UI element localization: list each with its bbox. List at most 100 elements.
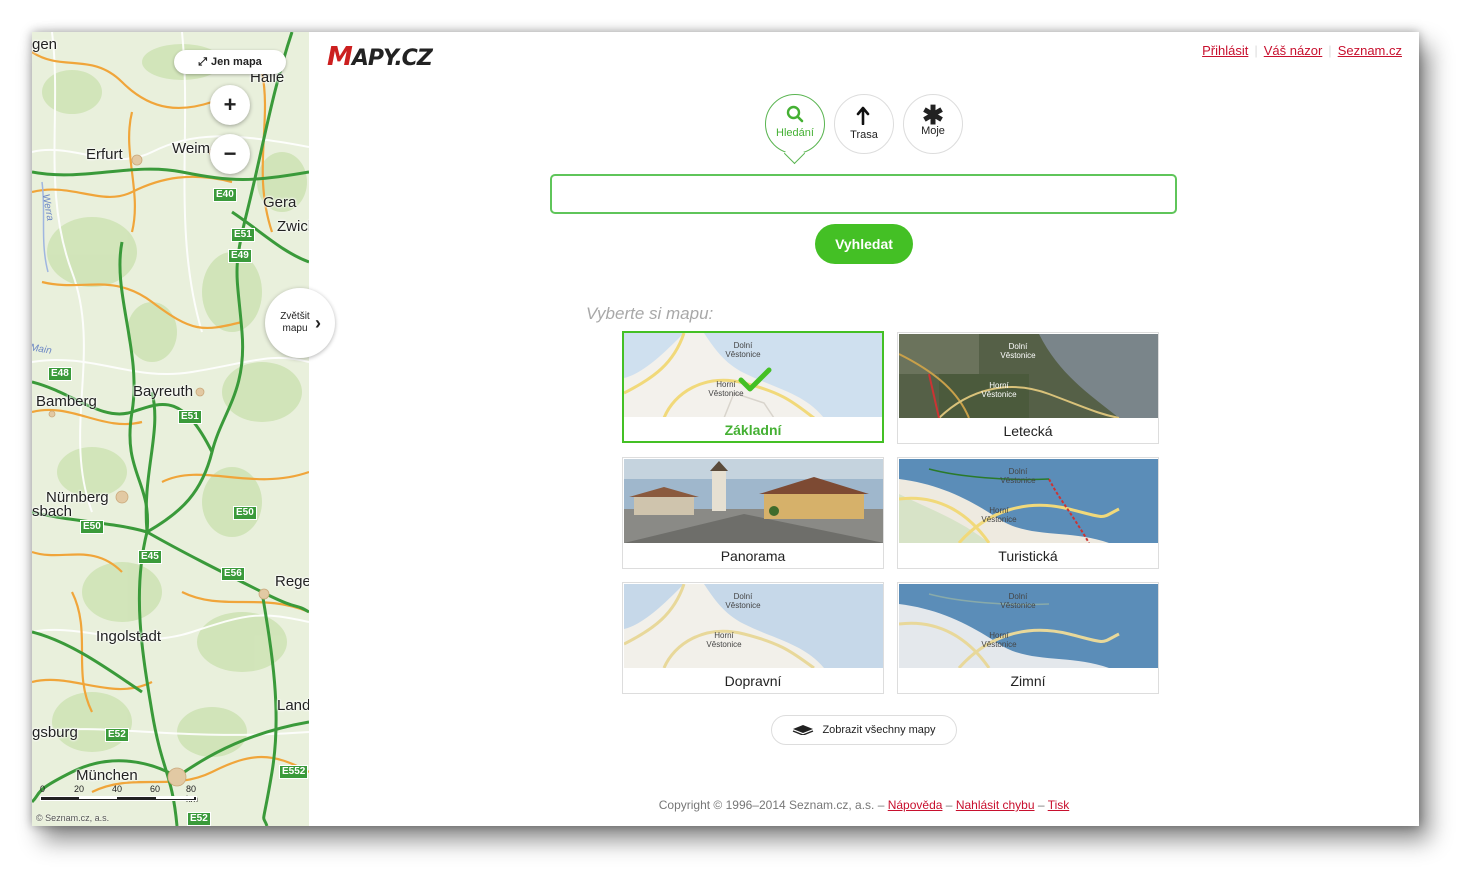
map-type-winter[interactable]: Dolní Věstonice Horní Věstonice Zimní bbox=[897, 582, 1159, 694]
zoom-in-button[interactable]: + bbox=[210, 85, 250, 125]
scale-tick: 0 bbox=[40, 784, 46, 794]
map-type-label: Dopravní bbox=[724, 673, 782, 689]
choose-map-label: Vyberte si mapu: bbox=[586, 304, 714, 323]
map-type-label: Letecká bbox=[1003, 423, 1053, 439]
scale-tick: 20 bbox=[74, 784, 85, 794]
map-type-aerial[interactable]: Dolní Věstonice Horní Věstonice Letecká bbox=[897, 332, 1159, 444]
map-copyright: © Seznam.cz, a.s. bbox=[36, 813, 110, 823]
arrow-up-icon bbox=[835, 105, 893, 129]
expand-label: mapu bbox=[282, 323, 308, 334]
thumb-place-label: Horní Věstonice bbox=[706, 631, 742, 649]
map-thumbnail: Dolní Věstonice Horní Věstonice bbox=[624, 333, 882, 417]
map-type-label: Základní bbox=[724, 422, 782, 438]
map-type-tourist[interactable]: Dolní Věstonice Horní Věstonice Turistic… bbox=[897, 457, 1159, 569]
map-city-label: Gera bbox=[263, 194, 297, 211]
help-link[interactable]: Nápověda bbox=[888, 798, 943, 812]
thumb-place-label: Dolní Věstonice bbox=[1000, 342, 1036, 360]
scale-tick: 40 bbox=[112, 784, 123, 794]
map-city-label: gen bbox=[32, 36, 58, 53]
chevron-right-icon: › bbox=[315, 313, 321, 333]
tab-label: Trasa bbox=[850, 129, 878, 141]
tab-label: Moje bbox=[921, 125, 945, 137]
thumb-place-label: Dolní Věstonice bbox=[725, 592, 761, 610]
road-shield: E50 bbox=[80, 520, 104, 534]
only-map-label: Jen mapa bbox=[211, 56, 262, 68]
expand-map-button[interactable]: Zvětšit mapu › bbox=[265, 288, 335, 358]
map-thumbnail: Dolní Věstonice Horní Věstonice bbox=[899, 334, 1158, 418]
search-icon bbox=[766, 105, 824, 127]
road-shield: E49 bbox=[228, 249, 252, 263]
scale-tick: 80 km bbox=[186, 784, 198, 804]
map-thumbnail: Dolní Věstonice Horní Věstonice bbox=[899, 584, 1158, 668]
show-all-maps-button[interactable]: Zobrazit všechny mapy bbox=[771, 715, 957, 745]
road-shield: E51 bbox=[178, 410, 202, 424]
map-type-label: Zimní bbox=[1010, 673, 1046, 689]
map-city-label: Erfurt bbox=[86, 146, 123, 163]
road-shield: E48 bbox=[48, 367, 72, 381]
show-all-maps-label: Zobrazit všechny mapy bbox=[822, 724, 936, 736]
feedback-link[interactable]: Váš názor bbox=[1264, 43, 1323, 58]
road-shield: E40 bbox=[213, 188, 237, 202]
road-shield: E56 bbox=[221, 567, 245, 581]
road-shield: E552 bbox=[279, 765, 309, 779]
map-city-label: Rege bbox=[275, 573, 309, 590]
map-city-label: Weim bbox=[172, 140, 211, 157]
thumb-place-label: Horní Věstonice bbox=[981, 631, 1017, 649]
map-type-panorama[interactable]: Panorama bbox=[622, 457, 884, 569]
search-input[interactable] bbox=[550, 174, 1177, 214]
thumb-place-label: Horní Věstonice bbox=[981, 381, 1017, 399]
map-city-label: sbach bbox=[32, 503, 73, 520]
mapy-logo[interactable]: MAPY.CZ bbox=[327, 42, 433, 72]
map-thumbnail: Dolní Věstonice Horní Věstonice bbox=[899, 459, 1158, 543]
thumb-place-label: Dolní Věstonice bbox=[1000, 592, 1036, 610]
map-city-label: gsburg bbox=[32, 724, 78, 741]
road-shield: E51 bbox=[231, 228, 255, 242]
check-icon bbox=[738, 367, 772, 392]
thumb-place-label: Horní Věstonice bbox=[981, 506, 1017, 524]
tab-mine[interactable]: ✱ Moje bbox=[903, 94, 963, 154]
expand-label: Zvětšit bbox=[280, 311, 310, 322]
map-canvas[interactable] bbox=[32, 32, 309, 826]
zoom-out-button[interactable]: − bbox=[210, 134, 250, 174]
seznam-link[interactable]: Seznam.cz bbox=[1338, 43, 1402, 58]
footer-sep: – bbox=[945, 798, 953, 812]
report-bug-link[interactable]: Nahlásit chybu bbox=[956, 798, 1035, 812]
footer: Copyright © 1996–2014 Seznam.cz, a.s. – … bbox=[309, 798, 1419, 812]
map-city-label: München bbox=[76, 767, 138, 784]
road-shield: E45 bbox=[138, 550, 162, 564]
road-shield: E52 bbox=[187, 812, 211, 826]
map-type-basic[interactable]: Dolní Věstonice Horní Věstonice Základní bbox=[622, 331, 884, 443]
road-shield: E52 bbox=[105, 728, 129, 742]
main-content: MAPY.CZ Přihlásit | Váš názor | Seznam.cz Hl… bbox=[309, 32, 1419, 826]
login-link[interactable]: Přihlásit bbox=[1202, 43, 1248, 58]
map-city-label: Zwick bbox=[277, 218, 309, 235]
map-city-label: Bayreuth bbox=[133, 383, 194, 400]
layers-icon bbox=[792, 723, 814, 738]
star-icon: ✱ bbox=[922, 100, 944, 130]
map-scale: 0 20 40 60 80 km bbox=[40, 784, 200, 810]
search-button[interactable]: Vyhledat bbox=[815, 224, 913, 264]
map-thumbnail: Dolní Věstonice Horní Věstonice bbox=[624, 584, 883, 668]
only-map-button[interactable]: ⤢ Jen mapa bbox=[174, 50, 286, 74]
road-shield: E50 bbox=[233, 506, 257, 520]
top-links: Přihlásit | Váš názor | Seznam.cz bbox=[1202, 43, 1402, 58]
logo-mark: M bbox=[327, 42, 353, 72]
map-city-label: Ingolstadt bbox=[96, 628, 162, 645]
map-city-label: Bamberg bbox=[36, 393, 97, 410]
logo-text: APY.CZ bbox=[351, 46, 433, 71]
tab-search[interactable]: Hledání bbox=[765, 94, 825, 154]
fullscreen-icon: ⤢ bbox=[198, 55, 208, 68]
map-type-label: Panorama bbox=[720, 548, 786, 564]
map-type-traffic[interactable]: Dolní Věstonice Horní Věstonice Dopravní bbox=[622, 582, 884, 694]
map-type-label: Turistická bbox=[998, 548, 1058, 564]
tab-label: Hledání bbox=[776, 127, 814, 139]
footer-sep: – bbox=[1037, 798, 1045, 812]
map-thumbnail bbox=[624, 459, 883, 543]
thumb-place-label: Dolní Věstonice bbox=[1000, 467, 1036, 485]
thumb-place-label: Dolní Věstonice bbox=[725, 341, 761, 359]
map-panel[interactable]: gen Halle Erfurt Weim Gera Zwick Bamberg… bbox=[32, 32, 309, 826]
footer-copyright: Copyright © 1996–2014 Seznam.cz, a.s. – bbox=[658, 798, 885, 812]
tab-route[interactable]: Trasa bbox=[834, 94, 894, 154]
print-link[interactable]: Tisk bbox=[1048, 798, 1070, 812]
scale-tick: 60 bbox=[150, 784, 161, 794]
